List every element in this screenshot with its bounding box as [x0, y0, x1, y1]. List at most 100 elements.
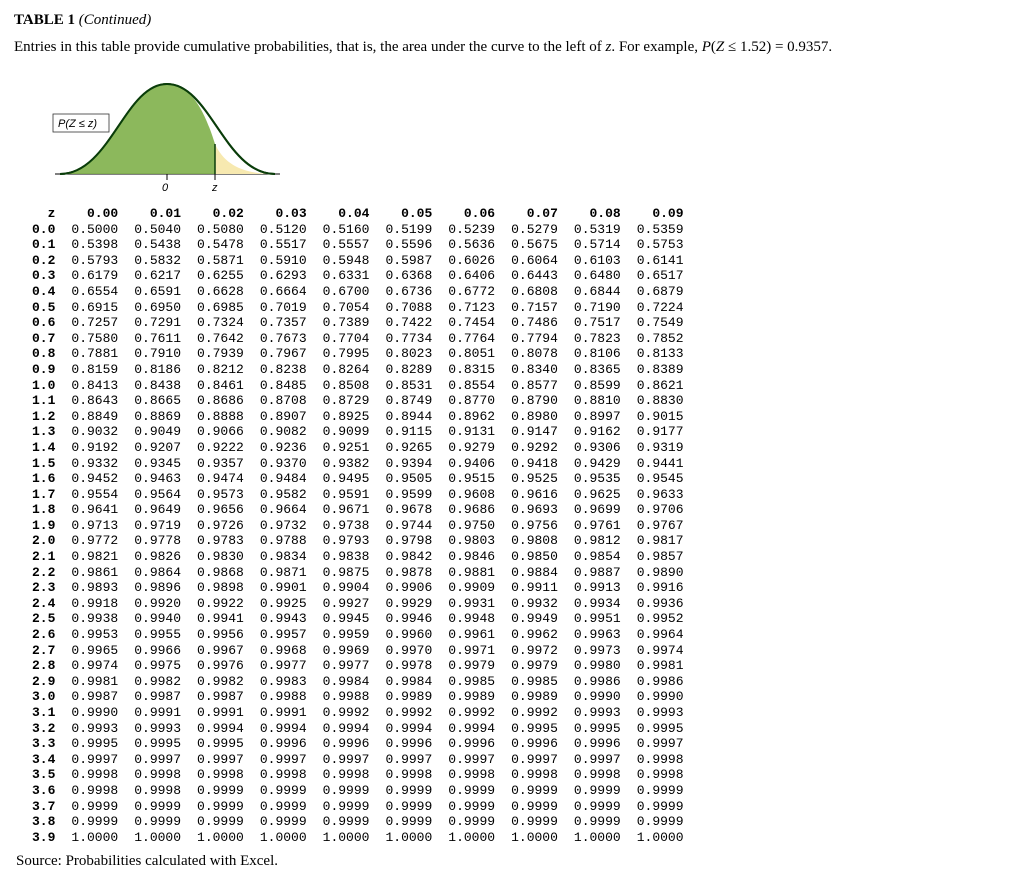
- z-cell: 0.9713: [63, 518, 126, 534]
- z-cell: 0.9177: [629, 424, 692, 440]
- z-cell: 0.9898: [189, 580, 252, 596]
- z-cell: 0.8665: [126, 393, 189, 409]
- z-cell: 0.8023: [377, 346, 440, 362]
- z-cell: 0.6331: [315, 268, 378, 284]
- table-row: 3.60.99980.99980.99990.99990.99990.99990…: [24, 783, 692, 799]
- z-cell: 0.9998: [126, 783, 189, 799]
- z-cell: 0.9656: [189, 502, 252, 518]
- z-cell: 0.8869: [126, 409, 189, 425]
- z-cell: 0.8980: [503, 409, 566, 425]
- diagram-tick-0: 0: [162, 182, 169, 194]
- z-cell: 0.9999: [126, 799, 189, 815]
- z-cell: 0.5832: [126, 253, 189, 269]
- z-cell: 0.9997: [63, 752, 126, 768]
- z-cell: 0.8907: [252, 409, 315, 425]
- z-cell: 0.9834: [252, 549, 315, 565]
- z-cell: 0.9968: [252, 643, 315, 659]
- z-cell: 0.9115: [377, 424, 440, 440]
- z-cell: 0.9990: [566, 689, 629, 705]
- z-cell: 0.9999: [503, 814, 566, 830]
- z-cell: 0.9884: [503, 565, 566, 581]
- z-cell: 0.9147: [503, 424, 566, 440]
- col-header: 0.08: [566, 206, 629, 222]
- z-cell: 0.9995: [629, 721, 692, 737]
- table-row: 3.10.99900.99910.99910.99910.99920.99920…: [24, 705, 692, 721]
- z-cell: 0.9906: [377, 580, 440, 596]
- z-cell: 0.9999: [440, 783, 503, 799]
- z-cell: 0.7454: [440, 315, 503, 331]
- z-cell: 0.8830: [629, 393, 692, 409]
- z-cell: 0.9997: [566, 752, 629, 768]
- z-cell: 0.9998: [63, 783, 126, 799]
- z-cell: 0.9986: [629, 674, 692, 690]
- z-cell: 0.9983: [252, 674, 315, 690]
- z-cell: 0.9995: [126, 736, 189, 752]
- z-cell: 0.9911: [503, 580, 566, 596]
- z-cell: 1.0000: [377, 830, 440, 846]
- z-cell: 0.6406: [440, 268, 503, 284]
- col-header: 0.01: [126, 206, 189, 222]
- z-cell: 0.9783: [189, 533, 252, 549]
- z-cell: 0.7224: [629, 300, 692, 316]
- col-header: 0.03: [252, 206, 315, 222]
- z-cell: 0.7190: [566, 300, 629, 316]
- z-cell: 0.9997: [503, 752, 566, 768]
- z-cell: 0.6141: [629, 253, 692, 269]
- z-cell: 0.9793: [315, 533, 378, 549]
- table-row: 2.00.97720.97780.97830.97880.97930.97980…: [24, 533, 692, 549]
- z-cell: 0.9429: [566, 456, 629, 472]
- row-label: 3.3: [24, 736, 63, 752]
- z-cell: 0.9969: [315, 643, 378, 659]
- z-cell: 0.7642: [189, 331, 252, 347]
- z-cell: 0.9989: [377, 689, 440, 705]
- row-label: 3.4: [24, 752, 63, 768]
- z-cell: 0.9554: [63, 487, 126, 503]
- z-cell: 0.9974: [629, 643, 692, 659]
- z-cell: 0.7823: [566, 331, 629, 347]
- z-cell: 0.9838: [315, 549, 378, 565]
- z-cell: 0.5160: [315, 222, 378, 238]
- z-cell: 0.7967: [252, 346, 315, 362]
- col-header: 0.05: [377, 206, 440, 222]
- z-cell: 0.5398: [63, 237, 126, 253]
- z-cell: 0.5438: [126, 237, 189, 253]
- z-cell: 0.9382: [315, 456, 378, 472]
- col-header: 0.07: [503, 206, 566, 222]
- z-cell: 0.9706: [629, 502, 692, 518]
- z-cell: 0.8621: [629, 378, 692, 394]
- z-cell: 0.9767: [629, 518, 692, 534]
- z-cell: 0.8508: [315, 378, 378, 394]
- z-cell: 0.9082: [252, 424, 315, 440]
- z-cell: 0.9996: [503, 736, 566, 752]
- z-cell: 0.9994: [377, 721, 440, 737]
- z-cell: 0.9998: [189, 767, 252, 783]
- z-cell: 0.9972: [503, 643, 566, 659]
- table-row: 0.70.75800.76110.76420.76730.77040.77340…: [24, 331, 692, 347]
- z-cell: 0.9999: [503, 783, 566, 799]
- z-cell: 0.7357: [252, 315, 315, 331]
- z-cell: 0.9996: [566, 736, 629, 752]
- z-cell: 0.8413: [63, 378, 126, 394]
- row-label: 0.6: [24, 315, 63, 331]
- z-cell: 0.9929: [377, 596, 440, 612]
- row-label: 1.8: [24, 502, 63, 518]
- z-cell: 0.5636: [440, 237, 503, 253]
- z-cell: 0.8643: [63, 393, 126, 409]
- z-cell: 0.9772: [63, 533, 126, 549]
- z-cell: 0.9821: [63, 549, 126, 565]
- z-cell: 0.9961: [440, 627, 503, 643]
- row-label: 0.4: [24, 284, 63, 300]
- z-cell: 0.9948: [440, 611, 503, 627]
- z-cell: 0.7611: [126, 331, 189, 347]
- z-cell: 0.9999: [377, 783, 440, 799]
- row-label: 2.3: [24, 580, 63, 596]
- z-cell: 0.8729: [315, 393, 378, 409]
- table-row: 1.10.86430.86650.86860.87080.87290.87490…: [24, 393, 692, 409]
- z-cell: 0.9920: [126, 596, 189, 612]
- z-cell: 0.9015: [629, 409, 692, 425]
- z-cell: 0.9949: [503, 611, 566, 627]
- z-table: z0.000.010.020.030.040.050.060.070.080.0…: [24, 206, 692, 845]
- z-cell: 0.7764: [440, 331, 503, 347]
- col-header: 0.02: [189, 206, 252, 222]
- z-cell: 0.7019: [252, 300, 315, 316]
